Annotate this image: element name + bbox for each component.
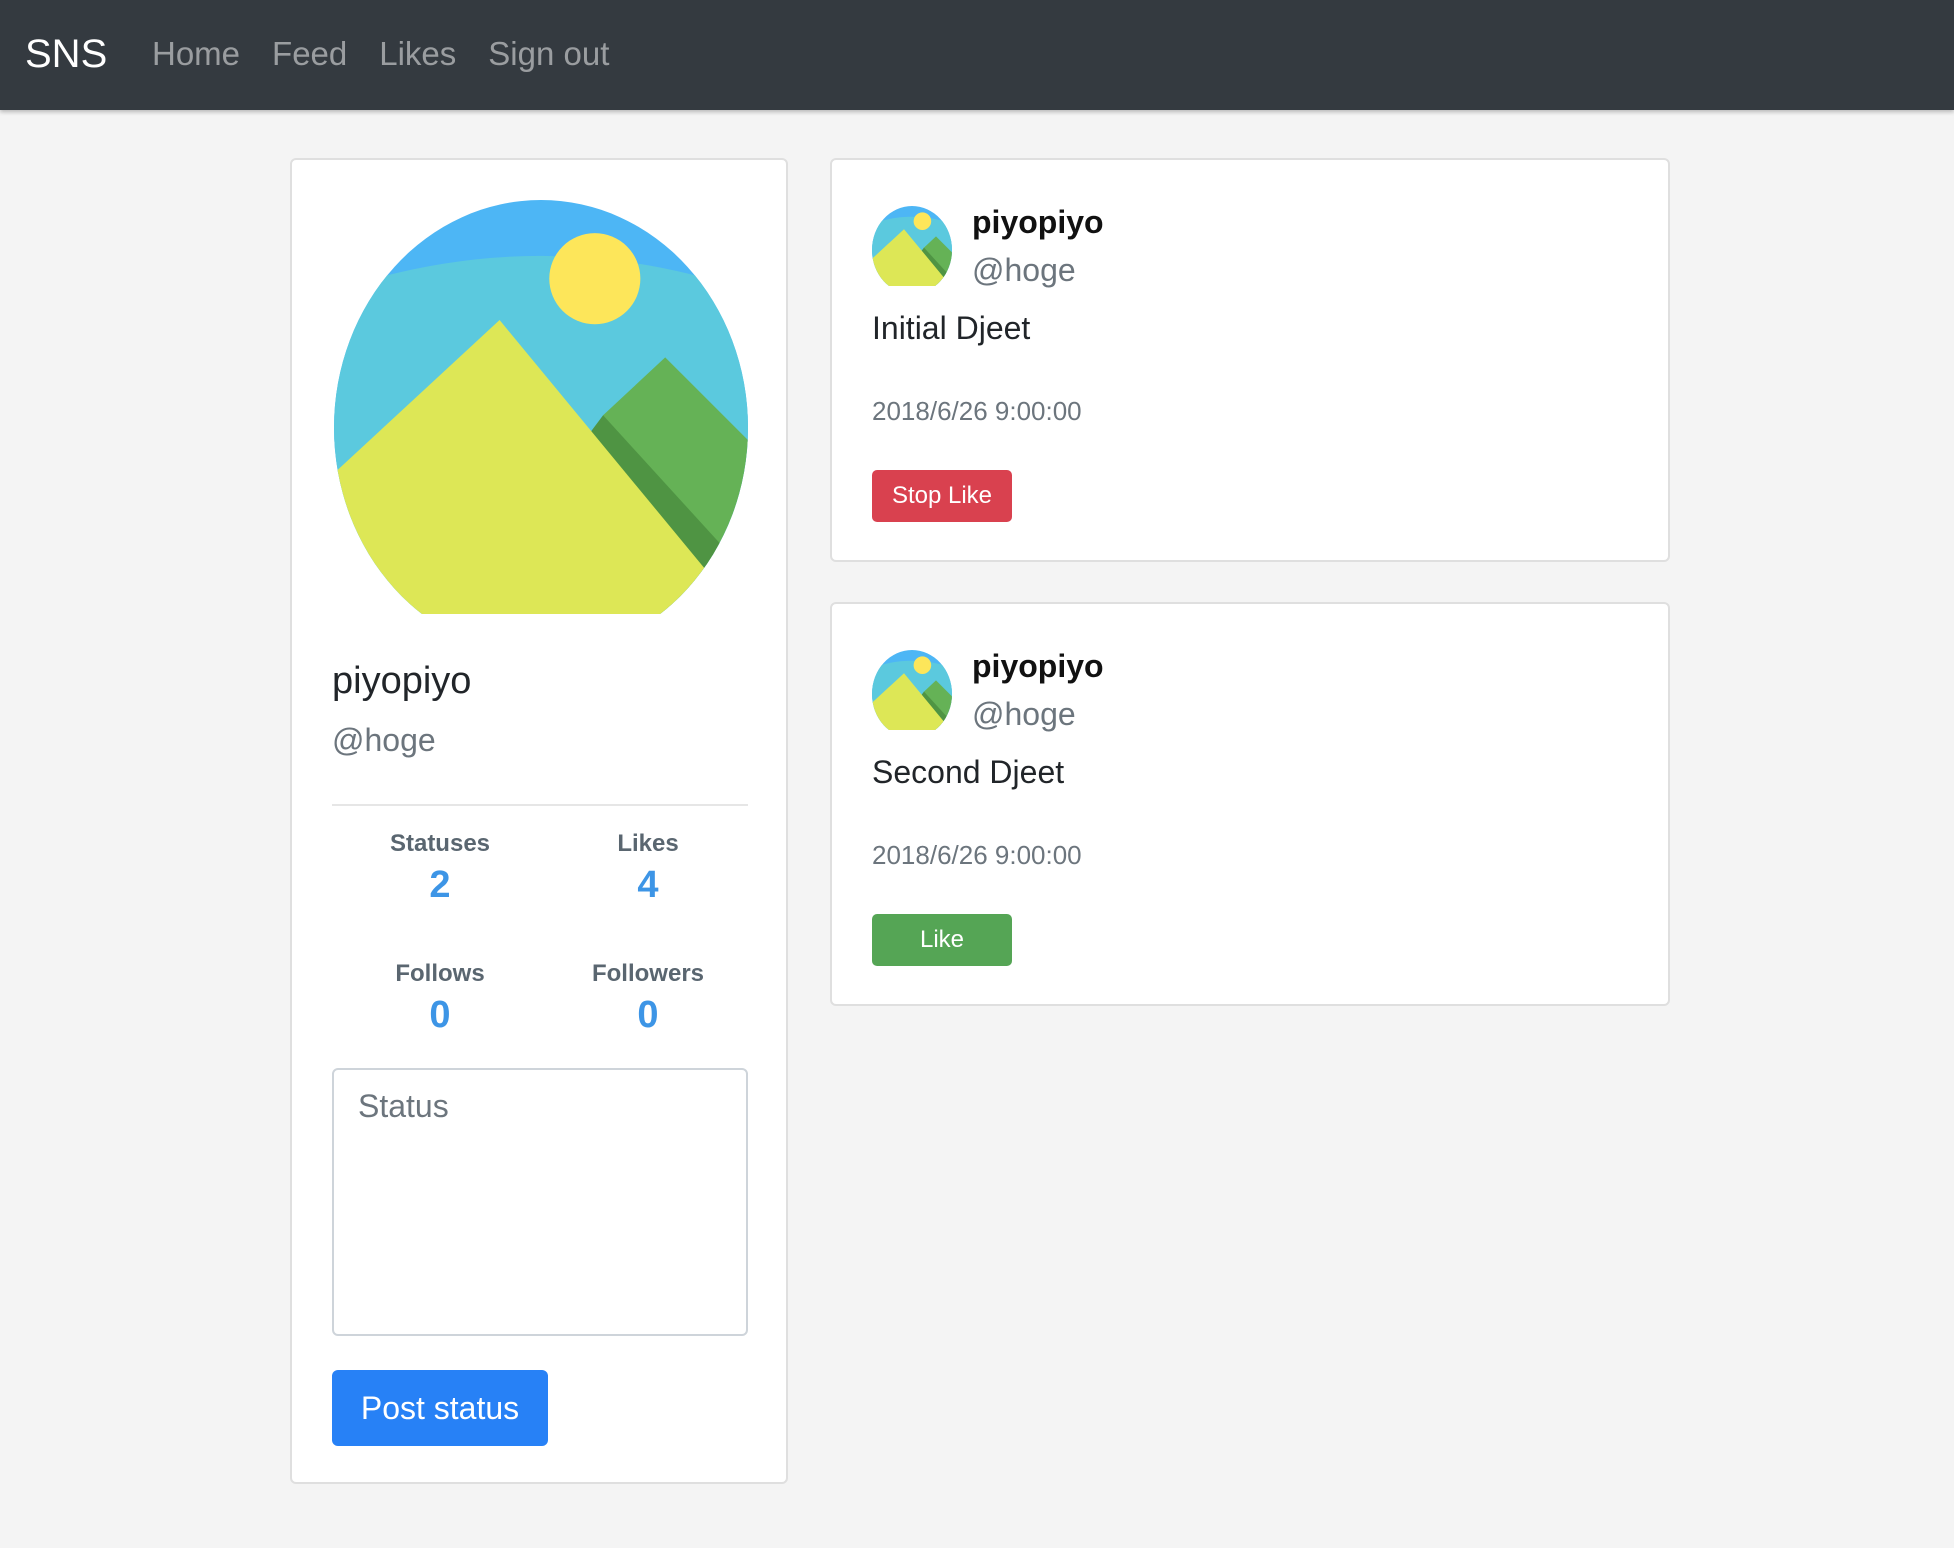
post-text: Second Djeet bbox=[872, 754, 1065, 790]
stat-followers[interactable]: Followers 0 bbox=[544, 960, 752, 1037]
top-navbar: SNS Home Feed Likes Sign out bbox=[0, 0, 1954, 110]
post-timestamp: 2018/6/26 9:00:00 bbox=[872, 396, 1082, 426]
post-card: piyopiyo @hoge Initial Djeet 2018/6/26 9… bbox=[830, 158, 1670, 562]
post-status-button[interactable]: Post status bbox=[332, 1370, 548, 1446]
brand-logo[interactable]: SNS bbox=[25, 28, 107, 80]
post-timestamp: 2018/6/26 9:00:00 bbox=[872, 840, 1082, 870]
stat-value: 0 bbox=[637, 994, 659, 1036]
stat-label: Likes bbox=[617, 830, 679, 857]
status-textarea[interactable] bbox=[332, 1068, 748, 1336]
stat-value: 0 bbox=[429, 994, 451, 1036]
stat-label: Followers bbox=[591, 960, 705, 987]
nav-links: Home Feed Likes Sign out bbox=[152, 28, 641, 80]
stop-like-button[interactable]: Stop Like bbox=[872, 470, 1012, 522]
stat-follows[interactable]: Follows 0 bbox=[336, 960, 544, 1037]
nav-link-likes[interactable]: Likes bbox=[379, 28, 456, 80]
post-author-handle: @hoge bbox=[972, 696, 1076, 732]
stat-likes[interactable]: Likes 4 bbox=[544, 830, 752, 907]
post-author-name[interactable]: piyopiyo bbox=[972, 648, 1104, 685]
post-author-name[interactable]: piyopiyo bbox=[972, 204, 1104, 241]
divider bbox=[332, 804, 748, 806]
landscape-avatar-icon[interactable] bbox=[872, 206, 952, 286]
stat-value: 2 bbox=[429, 864, 451, 906]
profile-card: piyopiyo @hoge Statuses 2 Likes 4 Follow… bbox=[290, 158, 788, 1484]
nav-link-feed[interactable]: Feed bbox=[272, 28, 347, 80]
stat-statuses[interactable]: Statuses 2 bbox=[336, 830, 544, 907]
profile-name: piyopiyo bbox=[332, 660, 472, 702]
profile-handle: @hoge bbox=[332, 722, 436, 758]
like-button[interactable]: Like bbox=[872, 914, 1012, 966]
post-card: piyopiyo @hoge Second Djeet 2018/6/26 9:… bbox=[830, 602, 1670, 1006]
nav-link-sign-out[interactable]: Sign out bbox=[488, 28, 609, 80]
stat-label: Statuses bbox=[389, 830, 491, 857]
stat-value: 4 bbox=[637, 864, 659, 906]
post-author-handle: @hoge bbox=[972, 252, 1076, 288]
post-text: Initial Djeet bbox=[872, 310, 1031, 346]
nav-link-home[interactable]: Home bbox=[152, 28, 240, 80]
landscape-avatar-icon[interactable] bbox=[872, 650, 952, 730]
stat-label: Follows bbox=[395, 960, 485, 987]
landscape-avatar-icon bbox=[334, 200, 748, 614]
